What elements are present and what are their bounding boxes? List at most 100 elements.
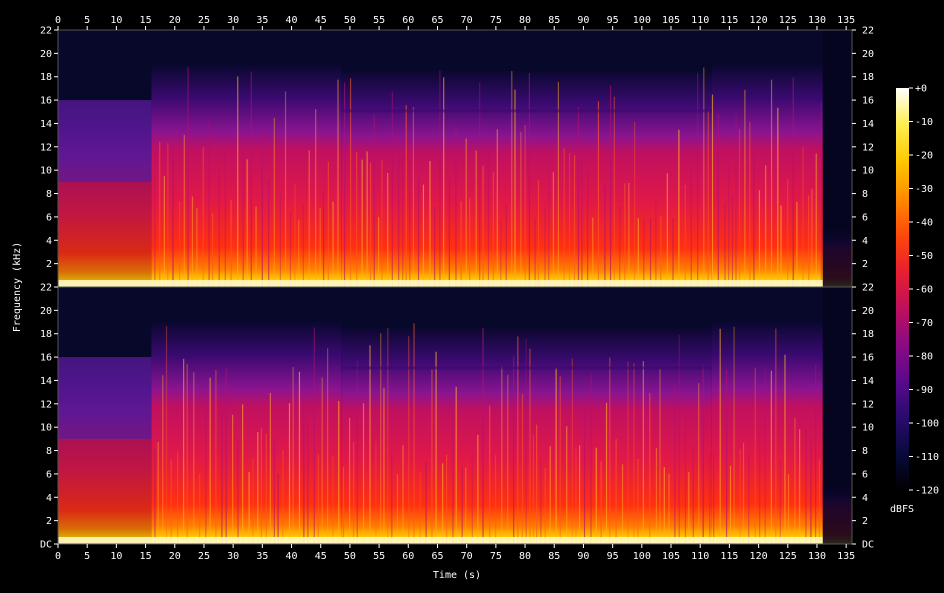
y-tick-label-right: 22 [862,283,874,294]
transient-streak [764,366,766,544]
transient-streak [808,195,810,287]
transient-streak [446,454,448,544]
transient-streak [167,142,169,287]
transient-streak [624,183,626,287]
y-tick-label-right: DC [862,540,874,551]
transient-streak [578,445,581,544]
transient-streak [605,402,608,544]
transient-streak [322,191,325,287]
transient-streak [375,441,377,544]
transient-streak [177,451,179,544]
transient-streak [759,430,761,544]
transient-streak [672,218,674,287]
x-tick-label-top: 100 [633,15,651,26]
transient-streak [571,358,573,544]
transient-streak [555,367,557,544]
intro-upper-band [58,100,152,182]
y-tick-label-right: 2 [862,516,868,527]
transient-streak [417,177,420,287]
transient-streak [549,446,551,544]
transient-streak [505,204,507,287]
transient-streak [621,464,624,544]
x-tick-label-top: 45 [315,15,327,26]
transient-streak [540,460,542,544]
transient-streak [820,101,822,287]
transient-streak [209,377,211,544]
transient-streak [637,458,639,544]
x-tick-label-bottom: 20 [169,551,181,562]
transient-streak [369,163,372,287]
x-tick-label-top: 30 [227,15,239,26]
x-tick-label-bottom: 110 [691,551,709,562]
transient-streak [348,418,351,544]
x-tick-label-bottom: 80 [519,551,531,562]
transient-streak [524,124,526,287]
transient-streak [780,205,782,287]
y-tick-label-right: 4 [862,493,868,504]
transient-streak [637,218,639,287]
transient-streak [343,82,346,287]
x-tick-label-top: 50 [344,15,356,26]
transient-streak [425,461,427,544]
transient-streak [268,179,270,287]
transient-streak [668,473,670,544]
transient-streak [387,172,389,287]
colorbar-tick-label: -20 [915,151,933,162]
transient-streak [663,467,665,544]
transient-streak [218,169,220,287]
x-tick-label-top: 40 [286,15,298,26]
y-tick-label-left: 8 [46,446,52,457]
transient-streak [165,326,168,544]
transient-streak [709,453,711,544]
transient-streak [563,148,565,287]
transient-streak [779,459,781,544]
x-tick-label-top: 90 [577,15,589,26]
transient-streak [697,72,699,287]
transient-streak [615,438,617,544]
transient-streak [342,466,345,544]
transient-streak [383,387,385,544]
transient-streak [465,138,467,287]
transient-streak [279,194,282,287]
y-tick-label-left: 20 [40,49,52,60]
transient-streak [739,449,741,544]
transient-streak [332,201,334,287]
y-tick-label-left: 4 [46,236,52,247]
transient-streak [212,213,214,287]
y-tick-label-left: 20 [40,306,52,317]
transient-streak [237,437,239,544]
transient-streak [713,454,715,544]
transient-streak [742,442,745,544]
transient-streak [634,121,636,287]
transient-streak [313,327,315,544]
transient-streak [196,208,198,287]
transient-streak [568,153,571,287]
transient-streak [412,107,415,288]
colorbar-tick-label: -10 [915,117,933,128]
transient-streak [303,396,305,544]
transient-streak [362,403,365,544]
colorbar-unit-label: dBFS [890,504,914,515]
y-tick-label-right: 14 [862,119,874,130]
transient-streak [159,141,161,287]
transient-streak [237,76,239,288]
transient-streak [469,198,471,287]
x-tick-label-bottom: 5 [84,551,90,562]
x-tick-label-top: 105 [662,15,680,26]
transient-streak [787,179,789,287]
transient-streak [792,77,794,288]
transient-streak [744,89,746,287]
transient-streak [396,474,399,544]
x-tick-label-top: 15 [140,15,152,26]
x-tick-label-bottom: 45 [315,551,327,562]
transient-streak [753,145,755,287]
transient-streak [600,461,602,544]
transient-streak [802,147,804,287]
transient-streak [366,151,368,287]
y-tick-label-left: 12 [40,142,52,153]
x-tick-label-bottom: 135 [837,551,855,562]
transient-streak [298,371,301,544]
transient-streak [170,459,172,544]
transient-streak [707,111,709,287]
colorbar-tick-label: +0 [915,84,927,95]
